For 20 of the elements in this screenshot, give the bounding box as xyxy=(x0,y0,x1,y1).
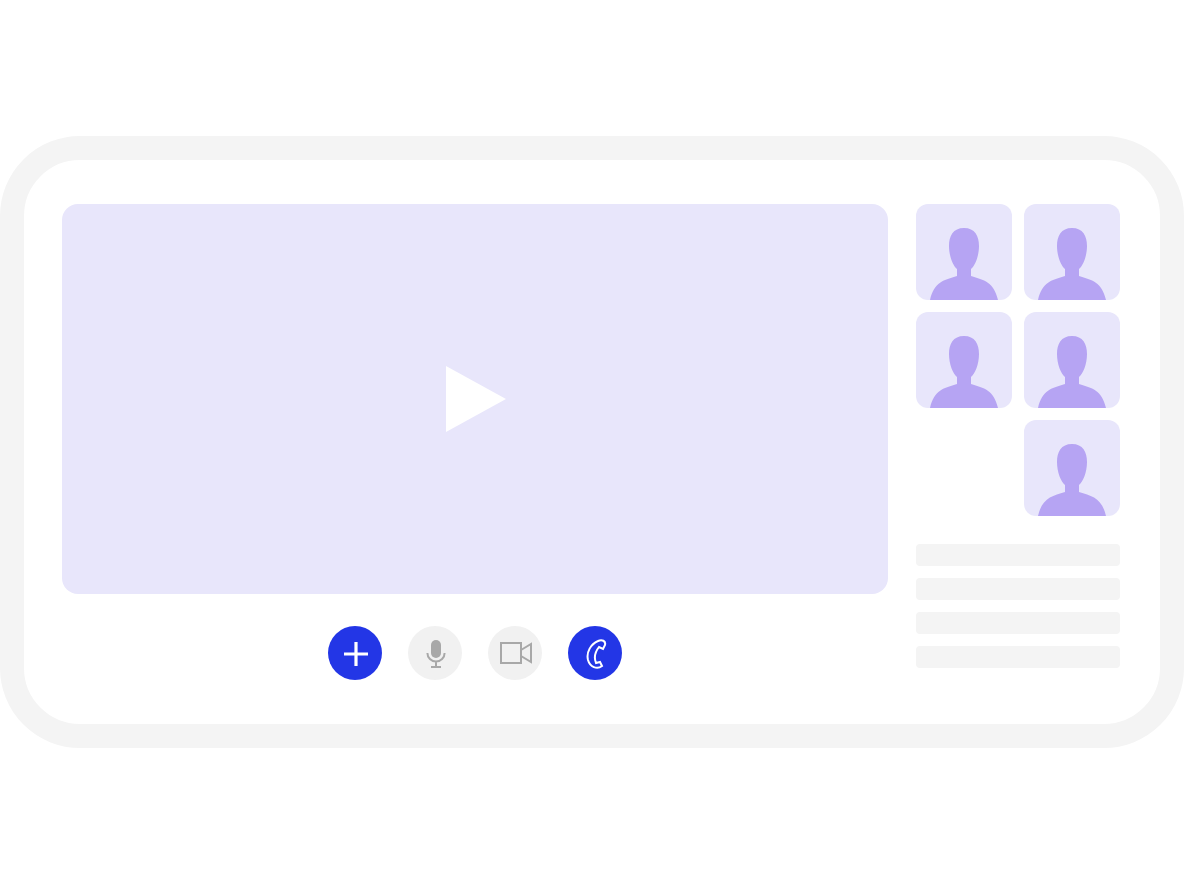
participant-tile[interactable] xyxy=(1024,420,1120,516)
camera-icon xyxy=(499,642,531,664)
microphone-button[interactable] xyxy=(408,626,462,680)
person-silhouette-icon xyxy=(928,332,1000,408)
plus-icon xyxy=(343,641,367,665)
participant-tile[interactable] xyxy=(1024,204,1120,300)
camera-button[interactable] xyxy=(488,626,542,680)
person-silhouette-icon xyxy=(1036,332,1108,408)
person-silhouette-icon xyxy=(1036,224,1108,300)
participant-tile[interactable] xyxy=(916,312,1012,408)
play-icon[interactable] xyxy=(445,366,505,432)
participant-tile[interactable] xyxy=(1024,312,1120,408)
video-area[interactable] xyxy=(62,204,888,594)
microphone-icon xyxy=(425,639,445,667)
participant-tile[interactable] xyxy=(916,204,1012,300)
person-silhouette-icon xyxy=(928,224,1000,300)
add-button[interactable] xyxy=(328,626,382,680)
person-silhouette-icon xyxy=(1036,440,1108,516)
call-button[interactable] xyxy=(568,626,622,680)
phone-icon xyxy=(583,637,607,669)
